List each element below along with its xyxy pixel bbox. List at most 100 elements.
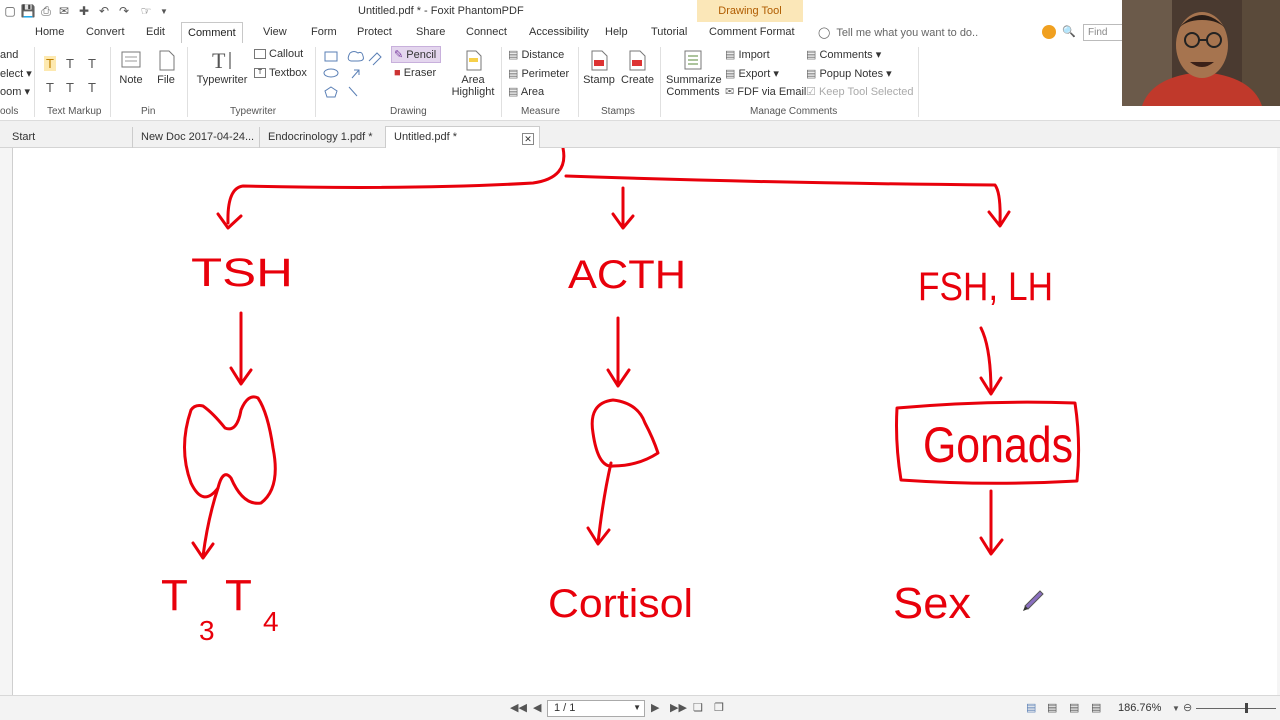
zoom-dropdown-icon[interactable]: ▼ — [1172, 704, 1180, 713]
pencil-cursor-icon — [1023, 590, 1044, 611]
tab-comment[interactable]: Comment — [181, 22, 243, 44]
create-stamp-button[interactable]: Create — [621, 49, 654, 86]
save-icon[interactable]: ▢ — [2, 3, 18, 19]
label-tsh: TSH — [191, 251, 293, 295]
distance-button[interactable]: ▤ Distance — [508, 48, 564, 61]
export-button[interactable]: ▤ Export ▾ — [725, 67, 779, 80]
file-attach-icon — [159, 50, 175, 71]
tab-share[interactable]: Share — [416, 26, 445, 38]
find-input[interactable]: Find — [1083, 24, 1123, 41]
insert-text-icon[interactable]: T — [88, 80, 96, 95]
first-page-icon[interactable]: ◀◀ — [510, 701, 527, 714]
label-t4: T — [225, 571, 252, 620]
continuous-view-icon[interactable]: ▤ — [1047, 701, 1057, 714]
summarize-comments-button[interactable]: Summarize Comments — [666, 49, 722, 98]
feedback-icon[interactable] — [1042, 25, 1056, 39]
redo-icon[interactable]: ↷ — [116, 3, 132, 19]
file-attach-button[interactable]: File — [154, 49, 178, 86]
callout-icon — [254, 49, 266, 60]
tell-me-text: Tell me what you want to do.. — [836, 26, 979, 39]
tab-home[interactable]: Home — [35, 26, 64, 38]
area-measure-button[interactable]: ▤ Area — [508, 85, 544, 98]
last-page-icon[interactable]: ▶▶ — [670, 701, 687, 714]
next-page-icon[interactable]: ▶ — [651, 701, 659, 714]
zoom-out-icon[interactable]: ⊖ — [1183, 701, 1192, 714]
prev-page-icon[interactable]: ◀ — [533, 701, 541, 714]
eraser-button[interactable]: ■ Eraser — [394, 67, 436, 79]
fdf-email-button[interactable]: ✉ FDF via Email — [725, 85, 806, 98]
popup-notes-button[interactable]: ▤ Popup Notes ▾ — [806, 67, 892, 80]
eraser-icon: ■ — [394, 67, 401, 79]
textbox-label: Textbox — [269, 67, 307, 79]
tab-form[interactable]: Form — [311, 26, 337, 38]
separator — [501, 47, 502, 117]
area-highlight-button[interactable]: Area Highlight — [451, 49, 495, 98]
polyline-icon — [368, 52, 382, 66]
select-tool-button[interactable]: elect ▾ — [0, 67, 32, 80]
hand-tool-button[interactable]: and — [0, 49, 18, 61]
perimeter-button[interactable]: ▤ Perimeter — [508, 67, 569, 80]
doc-tab-new-doc[interactable]: New Doc 2017-04-24... — [132, 127, 262, 148]
separator — [315, 47, 316, 117]
page-number-input[interactable]: 1 / 1 ▼ — [547, 700, 645, 717]
zoom-slider-thumb[interactable] — [1245, 703, 1248, 713]
close-tab-icon[interactable]: ✕ — [522, 133, 534, 145]
tab-edit[interactable]: Edit — [146, 26, 165, 38]
single-page-view-icon[interactable]: ▤ — [1026, 701, 1036, 714]
drawing-tool-context-tab[interactable]: Drawing Tool — [697, 0, 803, 22]
comments-button[interactable]: ▤ Comments ▾ — [806, 48, 881, 61]
typewriter-button[interactable]: T Typewriter — [195, 49, 249, 86]
email-icon[interactable]: ✉ — [56, 3, 72, 19]
callout-button[interactable]: Callout — [254, 48, 303, 60]
highlight-text-icon[interactable]: T — [44, 56, 56, 71]
strikeout-text-icon[interactable]: T — [46, 80, 54, 95]
tab-tutorial[interactable]: Tutorial — [651, 26, 687, 38]
doc-tab-endocrinology[interactable]: Endocrinology 1.pdf * — [259, 127, 381, 148]
pin-label: Pin — [141, 106, 156, 117]
tab-convert[interactable]: Convert — [86, 26, 125, 38]
doc-tab-start[interactable]: Start — [4, 127, 43, 148]
pencil-button[interactable]: ✎ Pencil — [394, 48, 436, 61]
lightbulb-icon: ◯ — [818, 27, 831, 39]
distance-icon: ▤ — [508, 49, 519, 61]
facing-view-icon[interactable]: ▤ — [1069, 701, 1079, 714]
pdf-page[interactable]: TSH ACTH FSH, LH Gonads T 3 T 4 Cortisol… — [12, 148, 1277, 695]
search-folder-icon[interactable]: 🔍 — [1062, 25, 1076, 39]
tab-connect[interactable]: Connect — [466, 26, 507, 38]
tab-comment-format[interactable]: Comment Format — [709, 26, 795, 38]
squiggly-text-icon[interactable]: T — [66, 56, 74, 71]
hand-tool-icon[interactable]: ☞ — [138, 3, 154, 19]
stamp-button[interactable]: Stamp — [583, 49, 615, 86]
customize-dropdown-icon[interactable]: ▼ — [156, 3, 172, 19]
print-icon[interactable]: ⎙ — [38, 3, 54, 19]
tab-protect[interactable]: Protect — [357, 26, 392, 38]
zoom-tool-button[interactable]: oom ▾ — [0, 85, 30, 98]
zoom-level[interactable]: 186.76% — [1118, 702, 1161, 714]
tab-accessibility[interactable]: Accessibility — [529, 26, 589, 38]
keep-tool-selected-checkbox[interactable]: ☑ Keep Tool Selected — [806, 85, 914, 98]
eraser-label: Eraser — [403, 67, 437, 79]
tab-help[interactable]: Help — [605, 26, 628, 38]
note-button[interactable]: Note — [117, 49, 145, 86]
thyroid-gland-drawing — [183, 395, 277, 505]
undo-icon[interactable]: ↶ — [96, 3, 112, 19]
import-icon: ▤ — [725, 49, 736, 61]
continuous-facing-icon[interactable]: ▤ — [1091, 701, 1101, 714]
copy-icon[interactable]: ❏ — [693, 701, 703, 714]
fdf-email-label: FDF via Email — [737, 86, 807, 98]
underline-text-icon[interactable]: T — [88, 56, 96, 71]
import-button[interactable]: ▤ Import — [725, 48, 770, 61]
select-tool-label: elect — [0, 68, 24, 80]
tab-view[interactable]: View — [263, 26, 287, 38]
save-disk-icon[interactable]: 💾 — [20, 3, 36, 19]
zoom-slider[interactable] — [1196, 708, 1276, 709]
textbox-button[interactable]: T Textbox — [254, 67, 307, 79]
tell-me-search[interactable]: ◯ Tell me what you want to do.. — [818, 26, 979, 40]
replace-text-icon[interactable]: T — [66, 80, 74, 95]
doc-tab-untitled[interactable]: Untitled.pdf * — [385, 126, 540, 148]
arrowhead-tsh — [216, 212, 243, 230]
typewriter-icon: T — [212, 49, 231, 71]
view-icon[interactable]: ❐ — [714, 701, 724, 714]
new-icon[interactable]: ✚ — [76, 3, 92, 19]
label-acth: ACTH — [568, 253, 686, 297]
